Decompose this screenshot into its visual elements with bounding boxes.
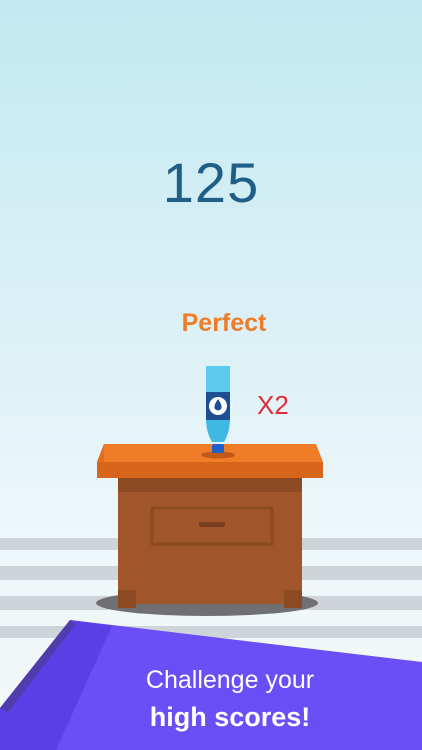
promo-line-2: high scores! xyxy=(149,702,311,732)
promo-line-1: Challenge your xyxy=(145,666,315,694)
table-top xyxy=(97,444,323,478)
multiplier-label: X2 xyxy=(257,390,289,420)
game-scene xyxy=(0,366,422,750)
cabinet xyxy=(118,476,302,608)
drawer-handle xyxy=(199,522,225,527)
